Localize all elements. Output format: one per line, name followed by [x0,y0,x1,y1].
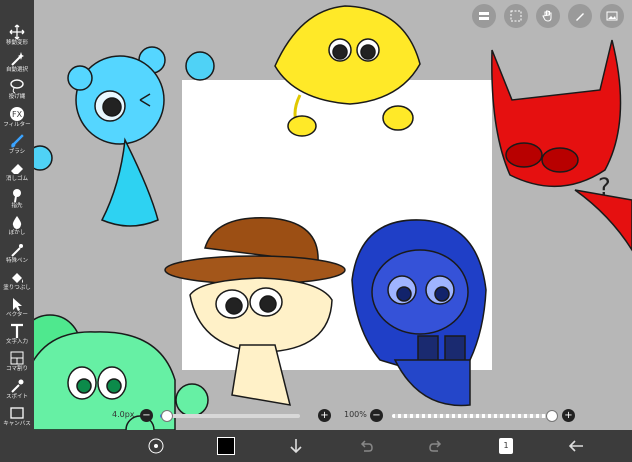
text-icon [11,324,23,339]
finger-icon [13,189,21,203]
tool-label: 投げ縄 [8,94,26,101]
image-icon [606,11,618,21]
tool-fx[interactable]: FX フィルター [0,104,34,134]
tool-label: ブラシ [8,148,26,155]
top-tool-group [472,4,624,28]
svg-text:FX: FX [12,110,23,119]
brush-size-knob[interactable] [161,410,173,422]
tool-label: フィルター [3,121,31,128]
tool-move[interactable]: 移動変形 [0,22,34,52]
redo-icon [429,440,442,452]
frame-icon [10,351,24,365]
tool-text[interactable]: 文字入力 [0,321,34,351]
tool-label: 文字入力 [5,339,28,346]
selection-icon [510,10,522,22]
brush-size-slider[interactable] [160,410,300,422]
tool-frame[interactable]: コマ割り [0,348,34,378]
opacity-increase-button[interactable]: + [562,409,575,422]
eyedropper-icon [11,379,24,393]
hand-icon [542,10,552,22]
tool-label: コマ割り [5,366,28,373]
tool-eraser[interactable]: 消しゴム [0,158,34,188]
canvas-icon [10,407,24,419]
download-button[interactable] [286,436,306,456]
tool-label: 指先 [11,203,23,210]
fill-icon [12,272,23,283]
tool-magic-wand[interactable]: 自動選択 [0,49,34,79]
tool-brush[interactable]: ブラシ [0,131,34,161]
move-icon [9,24,25,40]
layer-count-icon: 1 [499,438,513,454]
tool-label: ぼかし [8,230,26,237]
tool-palette: 移動変形自動選択投げ縄 FX フィルターブラシ消しゴム指先ぼかし特殊ペン塗りつぶしベ… [0,0,34,462]
tool-label: ベクター [6,312,28,318]
color-button[interactable] [216,436,236,456]
opacity-knob[interactable] [546,410,558,422]
magic-wand-icon [11,52,24,66]
fx-icon: FX [10,106,24,121]
pen-button[interactable] [568,4,592,28]
layer-toggle-button[interactable] [472,4,496,28]
brush-size-label: 4.0px [112,410,135,419]
canvas-workspace[interactable] [34,0,632,430]
tool-label: 特殊ペン [5,257,28,264]
layer-toggle-icon [479,12,489,20]
opacity-label: 100% [344,410,367,419]
drawing-canvas[interactable] [182,80,492,370]
brush-preview-button[interactable] [146,436,166,456]
tool-label: 塗りつぶし [3,284,31,291]
tool-finger[interactable]: 指先 [0,185,34,215]
undo-button[interactable] [356,436,376,456]
hand-button[interactable] [536,4,560,28]
tool-vector[interactable]: ベクター [0,294,34,324]
tool-eyedropper[interactable]: スポイト [0,376,34,406]
tool-label: 移動変形 [5,40,28,46]
arrow-down-icon [290,439,302,454]
tool-canvas[interactable]: キャンバス [0,403,34,433]
brush-icon [11,134,24,148]
redo-button[interactable] [426,436,446,456]
special-pen-icon [11,243,23,257]
opacity-decrease-button[interactable]: − [370,409,383,422]
blur-icon [12,216,22,230]
eraser-icon [11,164,23,174]
opacity-slider[interactable] [392,410,558,422]
tool-lasso[interactable]: 投げ縄 [0,76,34,106]
brush-size-increase-button[interactable]: + [318,409,331,422]
layers-button[interactable]: 1 [496,436,516,456]
vector-icon [13,298,22,311]
back-button[interactable] [566,436,586,456]
brush-size-decrease-button[interactable]: − [140,409,153,422]
undo-icon [360,440,373,452]
brush-sliders: 4.0px − + 100% − + [104,406,584,426]
pen-icon [576,13,584,21]
tool-blur[interactable]: ぼかし [0,212,34,242]
tool-label: キャンバス [3,420,31,427]
tool-fill[interactable]: 塗りつぶし [0,267,34,297]
bottom-toolbar: 1 [0,430,632,462]
image-button[interactable] [600,4,624,28]
current-color-swatch [217,437,235,455]
tool-label: 消しゴム [5,176,28,182]
tool-label: スポイト [5,393,28,400]
tool-special-pen[interactable]: 特殊ペン [0,240,34,270]
tool-label: 自動選択 [5,67,28,74]
lasso-icon [10,79,24,94]
selection-button[interactable] [504,4,528,28]
brush-preview-icon [148,438,164,454]
arrow-left-icon [568,440,583,452]
